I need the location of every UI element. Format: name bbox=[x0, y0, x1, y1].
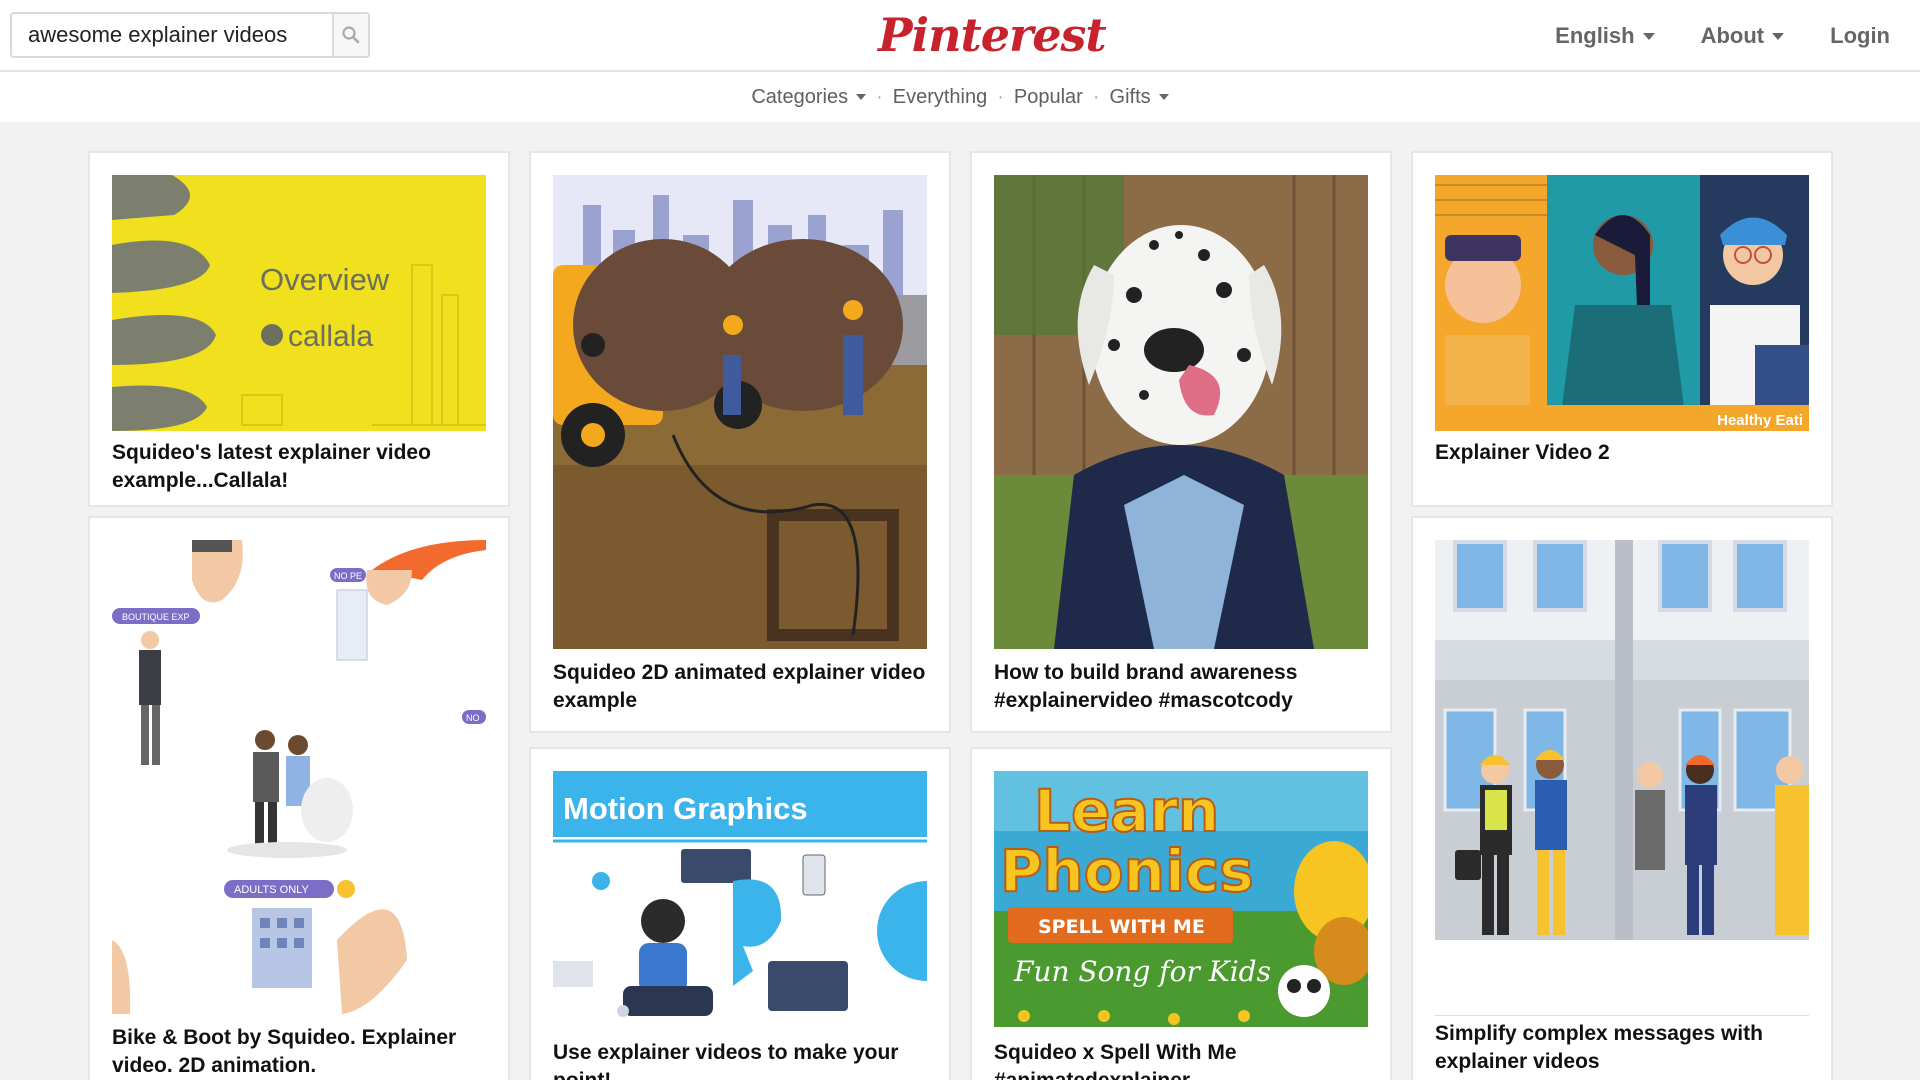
pinterest-logo[interactable]: Pinterest bbox=[878, 8, 1107, 62]
pin-caption[interactable]: How to build brand awareness #explainerv… bbox=[994, 659, 1372, 715]
pin-image[interactable] bbox=[994, 175, 1368, 649]
categories-menu[interactable]: Categories bbox=[751, 85, 867, 109]
gifts-label: Gifts bbox=[1109, 85, 1151, 108]
separator: · bbox=[876, 85, 883, 108]
chevron-down-icon bbox=[1158, 94, 1169, 100]
pin-tag: ADULTS ONLY bbox=[234, 884, 309, 896]
search-button[interactable] bbox=[332, 14, 368, 56]
pin-card[interactable]: Motion Graphics Use explainer videos to … bbox=[529, 747, 951, 1080]
language-label: English bbox=[1555, 23, 1635, 48]
top-nav: English About Login bbox=[1555, 0, 1890, 72]
chevron-down-icon bbox=[1642, 32, 1655, 40]
separator: · bbox=[997, 85, 1004, 108]
about-menu[interactable]: About bbox=[1701, 23, 1785, 49]
top-header: Pinterest English About Login bbox=[0, 0, 1920, 72]
popular-link[interactable]: Popular bbox=[1014, 86, 1083, 109]
pin-image[interactable]: BOUTIQUE EXP NO PE NO ADULTS ONLY bbox=[112, 540, 486, 1014]
chevron-down-icon bbox=[1772, 32, 1785, 40]
pin-card[interactable]: Overview callala Squideo's latest explai… bbox=[88, 151, 510, 507]
pin-card[interactable]: How to build brand awareness #explainerv… bbox=[970, 151, 1392, 733]
pin-caption[interactable]: Squideo 2D animated explainer video exam… bbox=[553, 659, 931, 715]
pin-overlay-brand: callala bbox=[288, 320, 373, 353]
pin-caption[interactable]: Simplify complex messages with explainer… bbox=[1435, 1020, 1813, 1076]
pin-tag: NO PE bbox=[334, 571, 362, 581]
pin-image[interactable]: Learn Phonics SPELL WITH ME Fun Song for… bbox=[994, 771, 1368, 1027]
pin-image[interactable] bbox=[1435, 540, 1809, 1014]
pin-overlay-title: Overview bbox=[260, 262, 390, 297]
pin-overlay-tag: Healthy Eati bbox=[1717, 412, 1803, 429]
pin-card[interactable]: BOUTIQUE EXP NO PE NO ADULTS ONLY Bike &… bbox=[88, 516, 510, 1080]
pin-card[interactable]: Squideo 2D animated explainer video exam… bbox=[529, 151, 951, 733]
pin-banner: Motion Graphics bbox=[563, 791, 808, 826]
pin-caption[interactable]: Use explainer videos to make your point! bbox=[553, 1039, 931, 1080]
pin-image[interactable]: Healthy Eati bbox=[1435, 175, 1809, 431]
pin-caption[interactable]: Squideo x Spell With Me #animatedexplain… bbox=[994, 1039, 1372, 1080]
pin-card[interactable]: Learn Phonics SPELL WITH ME Fun Song for… bbox=[970, 747, 1392, 1080]
search-input[interactable] bbox=[12, 14, 332, 56]
pin-caption[interactable]: Explainer Video 2 bbox=[1435, 439, 1813, 467]
pin-tag: NO bbox=[466, 713, 480, 723]
gifts-menu[interactable]: Gifts bbox=[1110, 86, 1169, 109]
separator: · bbox=[1092, 85, 1100, 108]
pin-caption[interactable]: Squideo's latest explainer video example… bbox=[112, 439, 490, 495]
pin-image[interactable]: Motion Graphics bbox=[553, 771, 927, 1027]
pin-card[interactable]: Healthy Eati Explainer Video 2 bbox=[1411, 151, 1833, 507]
search-icon bbox=[342, 26, 360, 44]
everything-link[interactable]: Everything bbox=[893, 86, 988, 109]
pin-divider bbox=[1435, 1015, 1809, 1016]
language-menu[interactable]: English bbox=[1555, 23, 1655, 49]
pin-ribbon: SPELL WITH ME bbox=[1038, 916, 1205, 938]
pin-tag: BOUTIQUE EXP bbox=[122, 612, 190, 622]
pin-title: Learn bbox=[1034, 777, 1219, 845]
pin-caption[interactable]: Bike & Boot by Squideo. Explainer video.… bbox=[112, 1024, 490, 1080]
chevron-down-icon bbox=[856, 94, 867, 100]
pin-image[interactable] bbox=[553, 175, 927, 649]
pin-image[interactable]: Overview callala bbox=[112, 175, 486, 431]
categories-label: Categories bbox=[751, 85, 849, 108]
category-nav: Categories · Everything · Popular · Gift… bbox=[0, 72, 1920, 122]
search-box bbox=[10, 12, 370, 58]
pin-card[interactable]: Simplify complex messages with explainer… bbox=[1411, 516, 1833, 1080]
about-label: About bbox=[1700, 23, 1765, 48]
pin-subtitle: Fun Song for Kids bbox=[1013, 955, 1271, 988]
login-link[interactable]: Login bbox=[1830, 23, 1890, 49]
pin-title: Phonics bbox=[1000, 837, 1254, 905]
